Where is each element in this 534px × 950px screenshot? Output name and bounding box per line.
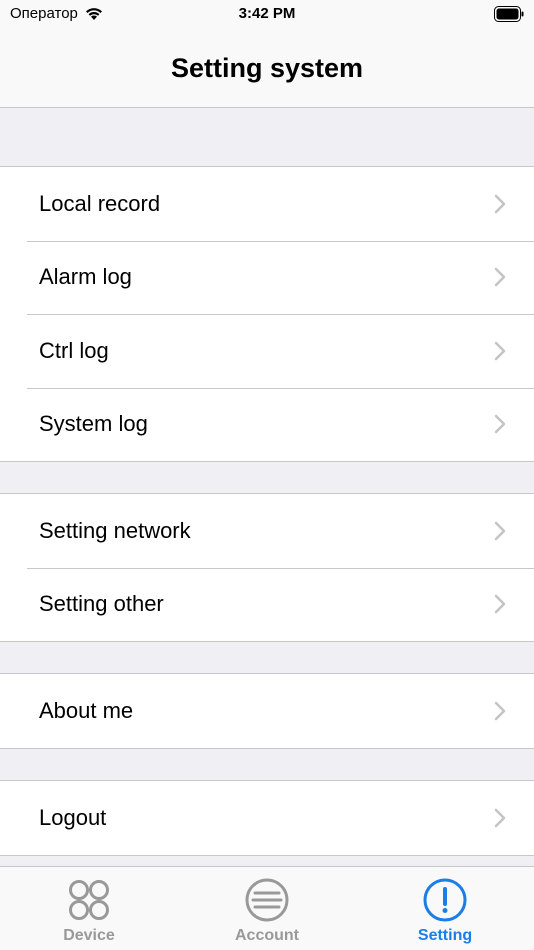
tab-bar: Device Account Setting [0, 866, 534, 950]
row-local-record[interactable]: Local record [0, 167, 534, 241]
row-label: System log [39, 411, 148, 437]
tab-label: Setting [417, 927, 473, 944]
chevron-right-icon [494, 521, 506, 540]
row-label: Logout [39, 804, 107, 830]
tab-label: Account [235, 927, 299, 944]
nav-bar: Setting system [0, 30, 534, 108]
tab-setting[interactable]: Setting [356, 867, 534, 950]
row-label: Ctrl log [39, 337, 109, 363]
row-alarm-log[interactable]: Alarm log [0, 240, 534, 315]
list-circle-icon [245, 878, 289, 922]
row-about-me[interactable]: About me [0, 674, 534, 748]
battery-icon [494, 6, 524, 22]
chevron-right-icon [494, 415, 506, 434]
tab-label: Device [63, 927, 115, 944]
settings-group-logout: Logout [0, 780, 534, 856]
row-setting-network[interactable]: Setting network [0, 494, 534, 568]
row-setting-other[interactable]: Setting other [0, 567, 534, 642]
row-label: Alarm log [39, 264, 132, 290]
chevron-right-icon [494, 194, 506, 213]
row-ctrl-log[interactable]: Ctrl log [0, 314, 534, 388]
exclamation-circle-icon [423, 878, 467, 922]
chevron-right-icon [494, 808, 506, 827]
tab-device[interactable]: Device [0, 867, 178, 950]
row-logout[interactable]: Logout [0, 781, 534, 855]
row-label: About me [39, 697, 134, 723]
four-circles-icon [69, 880, 109, 920]
chevron-right-icon [494, 595, 506, 614]
settings-group-about: About me [0, 673, 534, 749]
settings-group-config: Setting network Setting other [0, 493, 534, 642]
status-time: 3:42 PM [238, 5, 296, 22]
status-bar: Оператор 3:42 PM [0, 0, 534, 30]
settings-group-logs: Local record Alarm log Ctrl log System l… [0, 166, 534, 462]
row-system-log[interactable]: System log [0, 387, 534, 462]
chevron-right-icon [494, 268, 506, 287]
row-label: Setting other [39, 591, 164, 617]
chevron-right-icon [494, 341, 506, 360]
row-label: Setting network [39, 517, 191, 543]
chevron-right-icon [494, 701, 506, 720]
row-label: Local record [39, 190, 161, 216]
tab-account[interactable]: Account [178, 867, 356, 950]
page-title: Setting system [170, 53, 364, 83]
